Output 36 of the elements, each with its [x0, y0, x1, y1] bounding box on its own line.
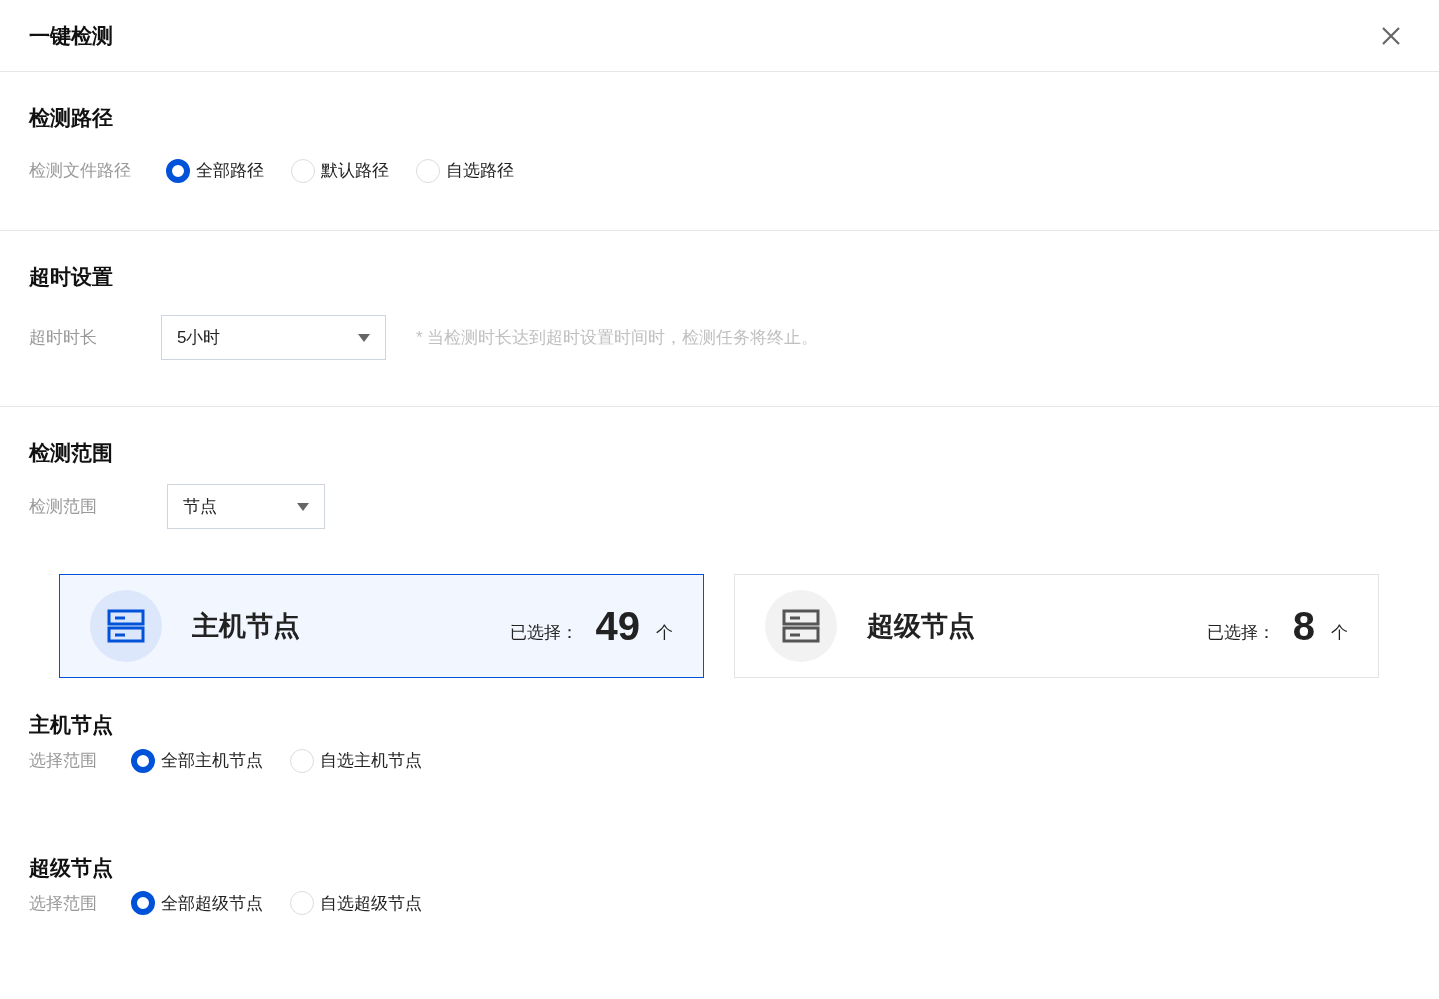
- hint-text: * 当检测时长达到超时设置时间时，检测任务将终止。: [416, 326, 819, 349]
- dropdown-select[interactable]: 节点: [167, 484, 325, 529]
- close-icon[interactable]: [1381, 25, 1401, 46]
- radio-option[interactable]: 自选超级节点: [290, 890, 422, 916]
- dialog-title: 一键检测: [29, 22, 113, 49]
- field-label: 检测范围: [29, 495, 98, 518]
- field-label: 选择范围: [29, 892, 98, 915]
- selected-label: 已选择：: [1206, 622, 1275, 645]
- count-unit: 个: [656, 622, 673, 645]
- node-card[interactable]: 主机节点 已选择： 49 个: [59, 574, 704, 678]
- caret-down-icon: [297, 502, 309, 511]
- card-title: 主机节点: [192, 609, 301, 643]
- caret-down-icon: [358, 333, 370, 342]
- selected-label: 已选择：: [509, 622, 578, 645]
- radio-option[interactable]: 全部超级节点: [131, 890, 263, 916]
- section-title: 检测路径: [29, 105, 114, 131]
- field-label: 选择范围: [29, 750, 98, 772]
- radio-option[interactable]: 自选路径: [416, 158, 514, 184]
- radio-option[interactable]: 自选主机节点: [290, 748, 422, 774]
- field-label: 超时时长: [29, 326, 98, 349]
- server-icon: [782, 609, 820, 643]
- field-label: 检测文件路径: [29, 160, 132, 182]
- node-card[interactable]: 超级节点 已选择： 8 个: [734, 574, 1379, 678]
- count-unit: 个: [1331, 622, 1348, 645]
- server-icon: [107, 609, 145, 643]
- card-title: 超级节点: [867, 609, 976, 643]
- section-title: 超时设置: [29, 264, 114, 290]
- selected-count: 49: [595, 603, 640, 650]
- selected-count: 8: [1292, 603, 1315, 650]
- radio-option[interactable]: 全部路径: [166, 158, 264, 184]
- group-title: 超级节点: [29, 854, 114, 881]
- section-title: 检测范围: [29, 440, 114, 466]
- radio-option[interactable]: 全部主机节点: [131, 748, 263, 774]
- dropdown-select[interactable]: 5小时: [161, 315, 386, 360]
- radio-option[interactable]: 默认路径: [291, 158, 389, 184]
- group-title: 主机节点: [29, 712, 114, 738]
